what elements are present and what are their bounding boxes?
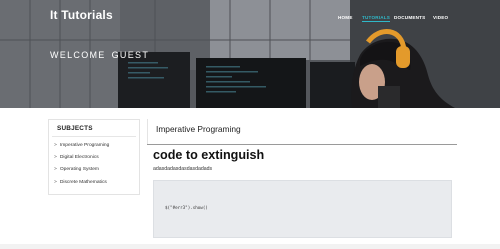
page-footer-strip [0,244,500,249]
nav-home[interactable]: HOME [338,15,353,20]
user-name: GUEST [111,50,150,60]
sidebar-item-label: Operating System [59,167,100,173]
sidebar-item-operating-system[interactable]: > Operating System [54,165,139,177]
article-title: code to extinguish [153,148,265,162]
welcome-text: WELCOME [50,50,106,60]
main-nav: HOME TUTORIALS DOCUMENTS VIDEO [0,15,500,25]
chevron-right-icon: > [54,167,57,173]
sidebar-item-discrete-mathematics[interactable]: > Discrete Mathematics [54,178,139,190]
sidebar-item-label: Imperative Programing [59,143,110,148]
section-title: Imperative Programing [156,124,241,134]
article-text: adasdadasdasdasdadads [153,166,213,172]
sidebar-title: SUBJECTS [52,120,136,137]
subjects-sidebar: SUBJECTS > Imperative Programing > Digital… [48,119,140,195]
sidebar-item-imperative-programing[interactable]: > Imperative Programing [54,141,139,153]
nav-documents[interactable]: DOCUMENTS [394,15,425,20]
chevron-right-icon: > [54,179,57,185]
chevron-right-icon: > [54,155,57,161]
sidebar-item-label: Digital Electronics [59,155,99,161]
sidebar-item-digital-electronics[interactable]: > Digital Electronics [54,153,139,165]
sidebar-item-label: Discrete Mathematics [59,179,107,185]
welcome-banner: WELCOME GUEST [50,50,149,60]
code-block[interactable]: $("#err3").show() [153,180,452,238]
chevron-right-icon: > [54,143,57,148]
nav-video[interactable]: VIDEO [433,15,448,20]
hero-banner: It Tutorials HOME TUTORIALS DOCUMENTS VI… [0,0,500,108]
nav-tutorials[interactable]: TUTORIALS [362,15,391,22]
subject-list: > Imperative Programing > Digital Electron… [49,137,139,190]
code-snippet: $("#err3").show() [165,205,208,210]
section-header: Imperative Programing [147,119,457,145]
